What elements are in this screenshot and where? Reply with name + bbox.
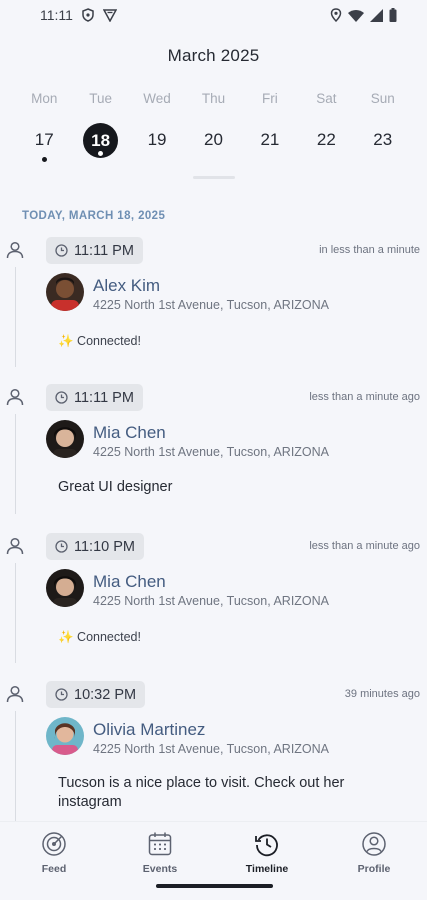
date-row: 17 18 19 20 21 22 23 (16, 121, 411, 162)
person-icon (6, 537, 24, 555)
entry-message: Tucson is a nice place to visit. Check o… (58, 775, 345, 810)
shield-icon (82, 8, 94, 22)
timeline-connector (15, 563, 16, 663)
date-cell[interactable]: 22 (298, 121, 354, 159)
date-number: 23 (373, 130, 393, 149)
timeline-connector (15, 711, 16, 821)
contact-name[interactable]: Olivia Martinez (93, 720, 205, 740)
avatar[interactable] (46, 717, 84, 755)
date-number: 17 (34, 130, 54, 149)
weekday-label: Mon (31, 91, 58, 106)
date-number: 20 (204, 130, 223, 149)
timeline-entry[interactable]: 10:32 PM 39 minutes ago Olivia Martinez … (0, 681, 427, 821)
event-dot (41, 157, 47, 162)
entry-time: 11:10 PM (74, 538, 135, 555)
weekday-label: Fri (262, 91, 278, 106)
entry-message: Great UI designer (58, 479, 173, 495)
date-cell[interactable]: 23 (355, 121, 411, 159)
person-icon (6, 388, 24, 406)
entry-time: 10:32 PM (74, 686, 137, 703)
clock-icon (55, 244, 68, 257)
entry-message: ✨ Connected! (58, 334, 141, 348)
contact-address: 4225 North 1st Avenue, Tucson, ARIZONA (93, 594, 330, 608)
nav-item-profile[interactable]: Profile (334, 831, 414, 875)
entry-time: 11:11 PM (74, 242, 134, 259)
bottom-nav: Feed Events Timeline Profile (0, 821, 427, 900)
section-date-label: TODAY, MARCH 18, 2025 (22, 210, 166, 222)
weekday-label: Tue (89, 91, 113, 106)
nav-label: Profile (357, 863, 391, 875)
date-number: 19 (147, 130, 167, 149)
time-chip: 11:11 PM (46, 237, 143, 264)
date-cell[interactable]: 21 (242, 121, 298, 159)
timeline-connector (15, 267, 16, 367)
contact-name[interactable]: Mia Chen (93, 423, 166, 443)
timeline-entry[interactable]: 11:11 PM less than a minute ago Mia Chen… (0, 384, 427, 524)
timeline-entry[interactable]: 11:11 PM in less than a minute Alex Kim … (0, 237, 427, 377)
relative-time: less than a minute ago (309, 391, 420, 403)
timeline-entry[interactable]: 11:10 PM less than a minute ago Mia Chen… (0, 533, 427, 673)
clock-icon (55, 688, 68, 701)
time-chip: 11:11 PM (46, 384, 143, 411)
month-title[interactable]: March 2025 (0, 46, 427, 66)
radar-icon (42, 832, 66, 856)
wifi-icon (348, 9, 364, 22)
date-number: 21 (260, 130, 280, 149)
weekday-label: Sun (370, 91, 395, 106)
user-circle-icon (362, 832, 386, 856)
signal-icon (370, 8, 383, 22)
date-cell[interactable]: 17 (16, 121, 72, 162)
nav-label: Events (142, 863, 178, 875)
avatar[interactable] (46, 273, 84, 311)
contact-address: 4225 North 1st Avenue, Tucson, ARIZONA (93, 742, 330, 756)
status-bar: 11:11 (0, 0, 427, 30)
clock-icon (55, 540, 68, 553)
clock-icon (55, 391, 68, 404)
avatar[interactable] (46, 569, 84, 607)
date-cell[interactable]: 19 (129, 121, 185, 159)
entry-time: 11:11 PM (74, 389, 134, 406)
nav-item-feed[interactable]: Feed (14, 831, 94, 875)
weekday-row: Mon Tue Wed Thu Fri Sat Sun (16, 91, 411, 106)
timeline-connector (15, 414, 16, 514)
nav-item-events[interactable]: Events (120, 831, 200, 875)
history-icon (255, 834, 278, 857)
weekday-label: Wed (143, 91, 171, 106)
person-icon (6, 241, 24, 259)
avatar[interactable] (46, 420, 84, 458)
date-number: 22 (316, 130, 336, 149)
weekday-label: Sat (316, 91, 337, 106)
sheet-drag-handle[interactable] (193, 176, 235, 179)
time-chip: 11:10 PM (46, 533, 144, 560)
weekday-label: Thu (201, 91, 226, 106)
calendar-icon (148, 832, 172, 856)
contact-name[interactable]: Mia Chen (93, 572, 166, 592)
nav-item-timeline[interactable]: Timeline (227, 831, 307, 875)
date-cell[interactable]: 20 (185, 121, 241, 159)
contact-address: 4225 North 1st Avenue, Tucson, ARIZONA (93, 445, 330, 459)
relative-time: 39 minutes ago (344, 688, 420, 700)
home-indicator[interactable] (156, 884, 273, 888)
relative-time: in less than a minute (319, 244, 420, 256)
contact-name[interactable]: Alex Kim (93, 276, 160, 296)
battery-icon (389, 8, 397, 22)
contact-address: 4225 North 1st Avenue, Tucson, ARIZONA (93, 298, 330, 312)
nav-label: Timeline (245, 863, 289, 875)
nav-label: Feed (41, 863, 67, 875)
date-cell-selected[interactable]: 18 (72, 121, 128, 159)
relative-time: less than a minute ago (309, 540, 420, 552)
status-time: 11:11 (40, 7, 73, 23)
person-icon (6, 685, 24, 703)
time-chip: 10:32 PM (46, 681, 146, 708)
entry-message: ✨ Connected! (58, 630, 141, 644)
location-icon (330, 8, 342, 22)
vpn-icon (102, 9, 117, 22)
